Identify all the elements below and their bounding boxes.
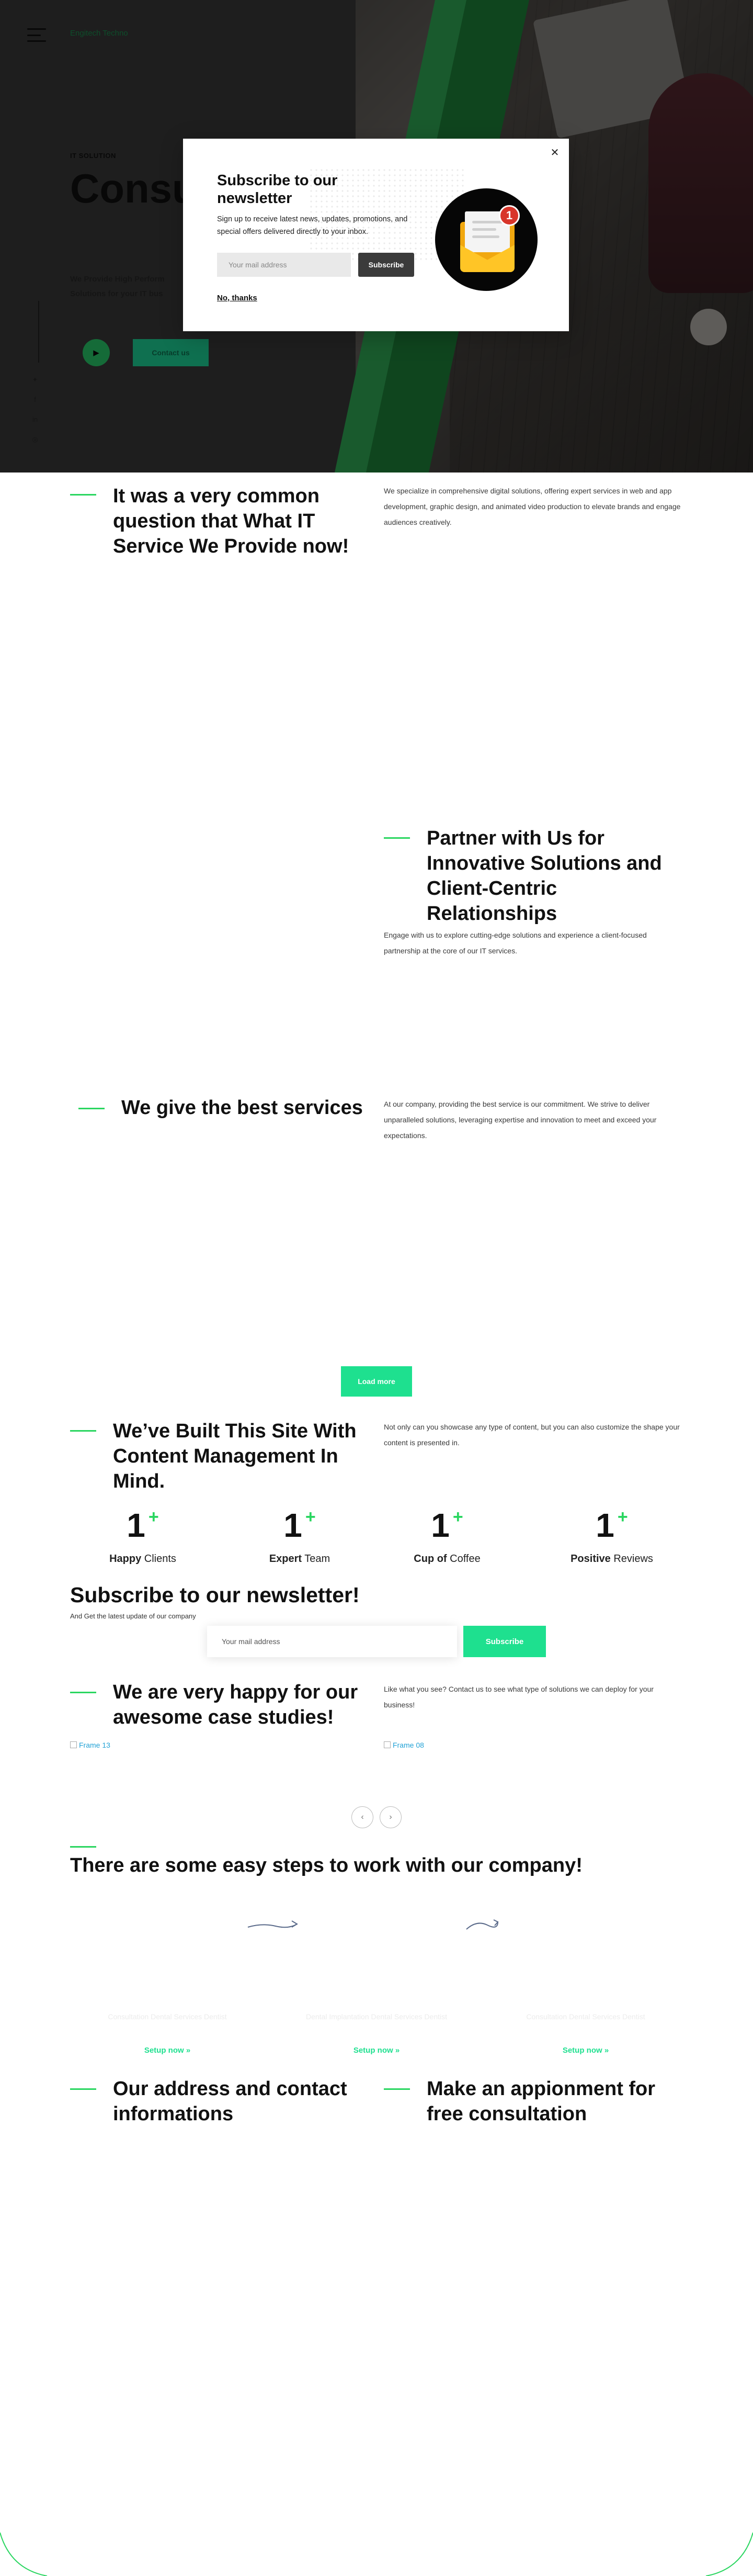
newsletter-subtitle: And Get the latest update of our company bbox=[70, 1612, 196, 1620]
plus-icon: + bbox=[617, 1507, 628, 1527]
popup-subscribe-button[interactable]: Subscribe bbox=[358, 253, 414, 277]
popup-title: Subscribe to our newsletter bbox=[217, 172, 338, 207]
section-title-address: Our address and contact informations bbox=[113, 2078, 347, 2125]
hero-section: Engitech Techno IT SOLUTION Consult find… bbox=[0, 0, 753, 473]
steps-title: There are some easy steps to work with o… bbox=[70, 1854, 583, 1876]
newsletter-popup: ✕ Subscribe to our newsletter Sign up to… bbox=[183, 139, 569, 331]
step-description: Dental Implantation Dental Services Dent… bbox=[305, 2012, 448, 2021]
setup-now-link[interactable]: Setup now » bbox=[507, 2046, 664, 2055]
envelope-icon: 1 bbox=[435, 188, 538, 291]
plus-icon: + bbox=[148, 1507, 159, 1527]
notification-badge: 1 bbox=[499, 205, 520, 226]
counter-value: 1 bbox=[431, 1506, 450, 1544]
section-title-it: It was a very common question that What … bbox=[113, 485, 349, 557]
counter-label-bold: Cup of bbox=[414, 1553, 447, 1565]
section-text-services: At our company, providing the best servi… bbox=[384, 1100, 657, 1140]
section-accent-line bbox=[70, 1846, 96, 1848]
section-title-cases: We are very happy for our awesome case s… bbox=[113, 1681, 358, 1728]
popup-email-input[interactable] bbox=[217, 253, 351, 277]
section-text-cases: Like what you see? Contact us to see wha… bbox=[384, 1685, 654, 1709]
section-title-cms: We’ve Built This Site With Content Manag… bbox=[113, 1420, 357, 1492]
counter-value: 1 bbox=[283, 1506, 302, 1544]
section-title-services: We give the best services bbox=[121, 1097, 363, 1119]
chevron-right-icon[interactable]: › bbox=[380, 1806, 402, 1828]
plus-icon: + bbox=[305, 1507, 316, 1527]
close-icon[interactable]: ✕ bbox=[549, 147, 561, 159]
counter-label: Team bbox=[302, 1553, 330, 1565]
case-study-image[interactable]: Frame 08 bbox=[384, 1741, 424, 1749]
step-arrow-icon bbox=[466, 1919, 499, 1930]
section-text-cms: Not only can you showcase any type of co… bbox=[384, 1423, 680, 1447]
counter-cup-of-coffee: 1 + Cup of Coffee bbox=[379, 1507, 515, 1565]
section-accent-line bbox=[70, 494, 96, 496]
decorative-arc bbox=[0, 2532, 753, 2576]
step-description: Consultation Dental Services Dentist bbox=[526, 2012, 645, 2021]
newsletter-title: Subscribe to our newsletter! bbox=[70, 1583, 360, 1607]
step-arrow-icon bbox=[247, 1920, 298, 1928]
section-text-it: We specialize in comprehensive digital s… bbox=[384, 487, 681, 526]
section-title-partner: Partner with Us for Innovative Solutions… bbox=[427, 827, 662, 925]
step-description: Consultation Dental Services Dentist bbox=[108, 2012, 227, 2021]
section-accent-line bbox=[384, 2088, 410, 2090]
no-thanks-link[interactable]: No, thanks bbox=[217, 294, 257, 302]
setup-now-link[interactable]: Setup now » bbox=[89, 2046, 246, 2055]
newsletter-email-input[interactable] bbox=[207, 1626, 457, 1657]
counter-positive-reviews: 1 + Positive Reviews bbox=[544, 1507, 680, 1565]
counter-label-bold: Happy bbox=[109, 1553, 142, 1565]
counter-label: Reviews bbox=[610, 1553, 653, 1565]
counter-value: 1 bbox=[596, 1506, 614, 1544]
counter-label: Clients bbox=[141, 1553, 176, 1565]
section-accent-line bbox=[70, 2088, 96, 2090]
counter-label: Coffee bbox=[447, 1553, 481, 1565]
counter-label-bold: Positive bbox=[571, 1553, 611, 1565]
counter-happy-clients: 1 + Happy Clients bbox=[75, 1507, 211, 1565]
counter-expert-team: 1 + Expert Team bbox=[232, 1507, 368, 1565]
newsletter-subscribe-button[interactable]: Subscribe bbox=[463, 1626, 546, 1657]
section-accent-line bbox=[70, 1692, 96, 1693]
case-study-image[interactable]: Frame 13 bbox=[70, 1741, 110, 1749]
plus-icon: + bbox=[452, 1507, 463, 1527]
setup-now-link[interactable]: Setup now » bbox=[298, 2046, 455, 2055]
counter-value: 1 bbox=[127, 1506, 145, 1544]
load-more-button[interactable]: Load more bbox=[341, 1366, 412, 1397]
counter-label-bold: Expert bbox=[269, 1553, 302, 1565]
section-accent-line bbox=[384, 837, 410, 839]
section-accent-line bbox=[70, 1430, 96, 1432]
chevron-left-icon[interactable]: ‹ bbox=[351, 1806, 373, 1828]
section-accent-line bbox=[78, 1108, 105, 1109]
section-text-partner: Engage with us to explore cutting-edge s… bbox=[384, 931, 647, 955]
popup-text: Sign up to receive latest news, updates,… bbox=[217, 215, 408, 236]
section-title-appointment: Make an appionment for free consultation bbox=[427, 2078, 656, 2125]
